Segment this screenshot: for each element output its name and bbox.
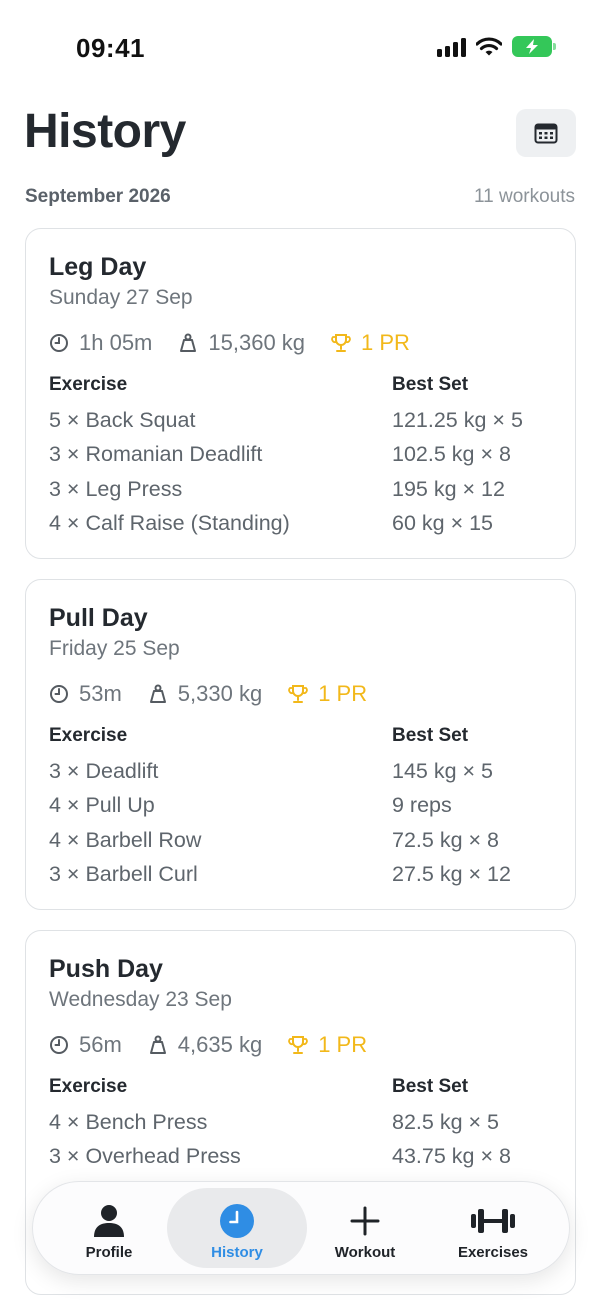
exercise-row: 5 × Back Squat 121.25 kg × 5 xyxy=(49,405,559,439)
workout-date: Sunday 27 Sep xyxy=(49,286,193,309)
exercise-name: 4 × Barbell Row xyxy=(49,827,202,852)
best-set-column-header: Best Set xyxy=(392,725,469,746)
plus-icon xyxy=(350,1206,380,1236)
workout-stats: 1h 05m 15,360 kg 1 PR xyxy=(49,330,436,356)
workout-title: Pull Day xyxy=(49,604,148,632)
workout-date: Friday 25 Sep xyxy=(49,637,180,660)
status-bar: 09:41 xyxy=(0,0,600,100)
trophy-icon xyxy=(288,685,308,703)
exercise-name: 3 × Deadlift xyxy=(49,759,159,783)
best-set: 9 reps xyxy=(392,793,452,818)
tab-label: Workout xyxy=(334,1244,396,1261)
workout-duration: 53m xyxy=(79,681,122,706)
tab-bar: Profile History Workout Exercises xyxy=(32,1181,570,1275)
workout-date: Wednesday 23 Sep xyxy=(49,988,232,1011)
workout-title: Push Day xyxy=(49,955,163,983)
clock-icon xyxy=(50,334,68,352)
best-set: 82.5 kg × 5 xyxy=(392,1110,499,1134)
workout-duration: 1h 05m xyxy=(79,330,153,355)
best-set: 60 kg × 15 xyxy=(392,510,494,535)
exercise-row: 4 × Barbell Row 72.5 kg × 8 xyxy=(49,825,559,859)
best-set: 102.5 kg × 8 xyxy=(392,442,511,467)
exercise-name: 3 × Overhead Press xyxy=(49,1144,241,1169)
weight-icon xyxy=(149,1035,166,1054)
person-icon xyxy=(94,1205,124,1237)
page-title: History xyxy=(24,105,186,158)
status-time: 09:41 xyxy=(76,33,145,63)
exercise-name: 3 × Romanian Deadlift xyxy=(49,442,263,467)
status-icons xyxy=(437,36,556,57)
exercise-name: 3 × Barbell Curl xyxy=(49,861,198,886)
exercise-name: 5 × Back Squat xyxy=(49,408,196,432)
battery-icon xyxy=(512,36,556,57)
best-set-column-header: Best Set xyxy=(392,1076,469,1097)
wifi-icon xyxy=(476,36,502,55)
best-set: 195 kg × 12 xyxy=(392,476,505,501)
charging-bolt-icon xyxy=(526,39,538,54)
weight-icon xyxy=(180,333,197,352)
dumbbell-icon xyxy=(471,1209,515,1233)
best-set-column-header: Best Set xyxy=(392,374,469,395)
best-set: 27.5 kg × 12 xyxy=(392,861,511,886)
weight-icon xyxy=(149,684,166,703)
calendar-button[interactable] xyxy=(516,109,576,157)
cellular-signal-icon xyxy=(437,37,466,57)
tab-history[interactable]: History xyxy=(167,1188,307,1268)
exercise-name: 3 × Leg Press xyxy=(49,476,183,501)
tab-exercises[interactable]: Exercises xyxy=(429,1188,557,1268)
exercise-name: 4 × Bench Press xyxy=(49,1110,208,1134)
clock-icon xyxy=(50,1036,68,1054)
exercise-column-header: Exercise xyxy=(49,1076,128,1097)
exercise-row: 3 × Romanian Deadlift 102.5 kg × 8 xyxy=(49,439,559,473)
best-set: 145 kg × 5 xyxy=(392,759,494,783)
trophy-icon xyxy=(331,334,351,352)
workout-card-pull-day[interactable]: Pull Day Friday 25 Sep 53m 5,330 kg 1 PR… xyxy=(25,579,576,910)
tab-profile[interactable]: Profile xyxy=(45,1188,173,1268)
workout-stats: 53m 5,330 kg 1 PR xyxy=(49,681,393,707)
workout-volume: 4,635 kg xyxy=(177,1032,263,1057)
workout-title: Leg Day xyxy=(49,253,147,281)
workout-volume: 15,360 kg xyxy=(208,330,306,355)
pr-badge: 1 PR xyxy=(318,681,368,706)
exercise-row: 3 × Leg Press 195 kg × 12 xyxy=(49,474,559,508)
exercise-row: 3 × Barbell Curl 27.5 kg × 12 xyxy=(49,859,559,893)
workout-duration: 56m xyxy=(79,1032,122,1057)
workout-stats: 56m 4,635 kg 1 PR xyxy=(49,1032,393,1058)
calendar-icon xyxy=(534,123,558,144)
best-set: 43.75 kg × 8 xyxy=(392,1144,511,1169)
tab-label: Exercises xyxy=(457,1244,529,1261)
tab-workout[interactable]: Workout xyxy=(301,1188,429,1268)
exercise-column-header: Exercise xyxy=(49,374,128,395)
exercise-name: 4 × Pull Up xyxy=(49,793,155,818)
trophy-icon xyxy=(288,1036,308,1054)
tab-label: History xyxy=(211,1244,263,1261)
exercise-row: 3 × Overhead Press 43.75 kg × 8 xyxy=(49,1141,559,1175)
pr-badge: 1 PR xyxy=(318,1032,368,1057)
tab-label: Profile xyxy=(85,1244,133,1261)
exercise-row: 3 × Deadlift 145 kg × 5 xyxy=(49,756,559,790)
exercise-name: 4 × Calf Raise (Standing) xyxy=(49,510,290,535)
workout-count: 11 workouts xyxy=(473,186,575,207)
exercise-row: 4 × Calf Raise (Standing) 60 kg × 15 xyxy=(49,508,559,542)
month-label: September 2026 xyxy=(25,186,171,207)
best-set: 121.25 kg × 5 xyxy=(392,408,523,432)
exercise-row: 4 × Pull Up 9 reps xyxy=(49,790,559,824)
exercise-column-header: Exercise xyxy=(49,725,128,746)
exercise-row: 4 × Bench Press 82.5 kg × 5 xyxy=(49,1107,559,1141)
pr-badge: 1 PR xyxy=(361,330,410,355)
workout-card-leg-day[interactable]: Leg Day Sunday 27 Sep 1h 05m 15,360 kg 1… xyxy=(25,228,576,559)
clock-icon xyxy=(220,1204,254,1238)
workout-volume: 5,330 kg xyxy=(177,681,263,706)
clock-icon xyxy=(50,685,68,703)
best-set: 72.5 kg × 8 xyxy=(392,827,499,852)
